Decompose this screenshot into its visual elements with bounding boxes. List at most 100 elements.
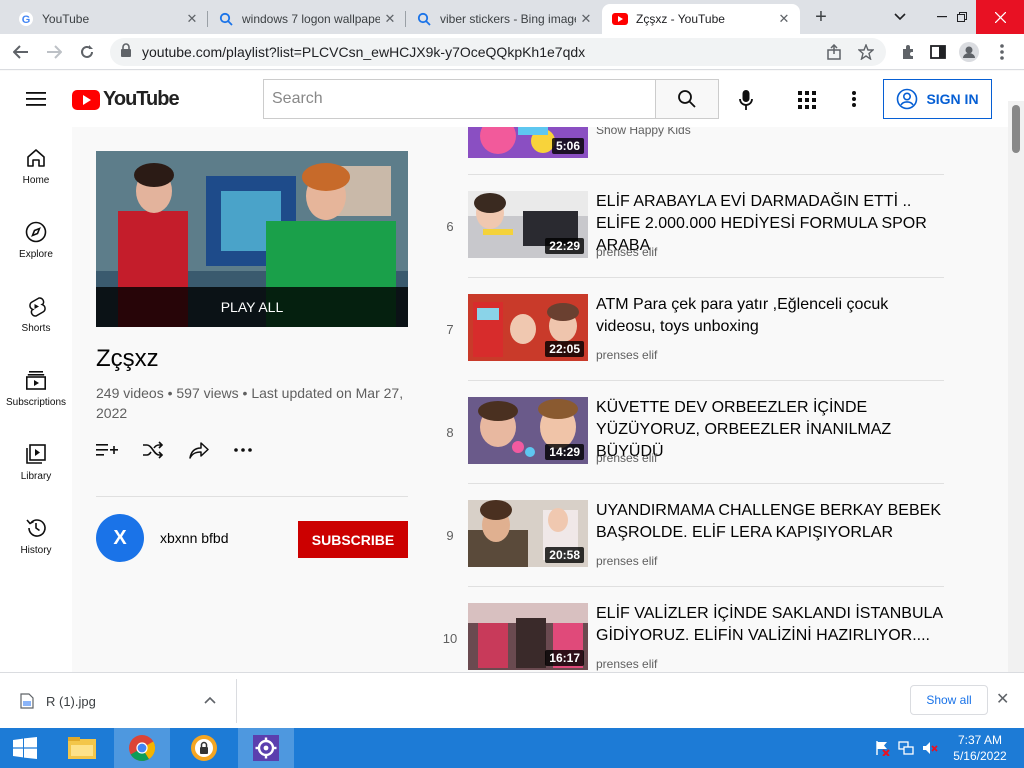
share-icon[interactable] xyxy=(188,441,210,459)
tab-playlist-active[interactable]: Zçşxz - YouTube ✕ xyxy=(602,4,800,34)
video-title[interactable]: UYANDIRMAMA CHALLENGE BERKAY BEBEK BAŞRO… xyxy=(596,500,952,544)
nav-label: Explore xyxy=(19,249,53,260)
video-title[interactable]: ELİF VALİZLER İÇİNDE SAKLANDI İSTANBULA … xyxy=(596,603,952,647)
video-thumbnail[interactable]: 5:06 xyxy=(468,127,588,158)
apps-grid-icon[interactable] xyxy=(798,91,816,114)
bookmark-star-icon[interactable] xyxy=(854,41,878,63)
video-thumbnail[interactable]: 20:58 xyxy=(468,500,588,567)
video-channel[interactable]: prenses elif xyxy=(596,554,657,568)
nav-item-shorts[interactable]: Shorts xyxy=(0,275,72,349)
clock-time: 7:37 AM xyxy=(957,733,1003,747)
reload-icon[interactable] xyxy=(75,41,99,63)
microphone-icon[interactable] xyxy=(738,89,754,116)
tab-viber-stickers[interactable]: viber stickers - Bing images ✕ xyxy=(406,4,602,34)
tab-youtube[interactable]: G YouTube ✕ xyxy=(8,4,208,34)
url-text: youtube.com/playlist?list=PLCVCsn_ewHCJX… xyxy=(142,44,586,60)
close-window-icon[interactable] xyxy=(976,0,1024,34)
extensions-icon[interactable] xyxy=(896,41,920,63)
video-title[interactable]: ATM Para çek para yatır ,Eğlenceli çocuk… xyxy=(596,294,952,338)
youtube-header: YouTube Search SIGN IN xyxy=(0,71,1024,127)
video-thumbnail[interactable]: 22:05 xyxy=(468,294,588,361)
tab-search-chevron-icon[interactable] xyxy=(882,0,918,34)
share-icon[interactable] xyxy=(822,41,846,63)
nav-item-home[interactable]: Home xyxy=(0,127,72,201)
system-clock[interactable]: 7:37 AM 5/16/2022 xyxy=(948,732,1012,764)
vpn-lock-icon[interactable] xyxy=(176,728,232,768)
divider xyxy=(96,496,408,497)
video-channel[interactable]: prenses elif xyxy=(596,245,657,259)
compass-icon xyxy=(25,221,47,243)
list-item[interactable]: 9 20:58 UYANDIRMAMA CHALLENGE BERKAY BEB… xyxy=(432,500,944,603)
side-panel-icon[interactable] xyxy=(926,41,950,63)
video-index: 8 xyxy=(446,425,454,440)
playlist-title: Zçşxz xyxy=(96,345,159,372)
video-channel[interactable]: prenses elif xyxy=(596,348,657,362)
close-tab-icon[interactable]: ✕ xyxy=(380,11,400,27)
video-thumbnail[interactable]: 16:17 xyxy=(468,603,588,670)
download-item[interactable]: R (1).jpg xyxy=(20,673,96,729)
nav-item-explore[interactable]: Explore xyxy=(0,201,72,275)
list-item[interactable]: 8 14:29 KÜVETTE DEV ORBEEZLER İÇİNDE YÜZ… xyxy=(432,397,944,500)
show-all-button[interactable]: Show all xyxy=(910,685,988,715)
video-thumbnail[interactable]: 22:29 xyxy=(468,191,588,258)
subscribe-button[interactable]: SUBSCRIBE xyxy=(298,521,408,558)
video-channel[interactable]: Show Happy Kids xyxy=(596,127,691,137)
close-tab-icon[interactable]: ✕ xyxy=(182,11,202,27)
nav-item-history[interactable]: History xyxy=(0,497,72,571)
list-item[interactable]: 5 5:06 Show Happy Kids xyxy=(432,127,944,194)
chrome-taskbar-icon[interactable] xyxy=(114,728,170,768)
search-input[interactable]: Search xyxy=(263,79,656,119)
close-tab-icon[interactable]: ✕ xyxy=(774,11,794,27)
action-center-flag-icon[interactable] xyxy=(874,740,890,756)
video-duration: 22:05 xyxy=(545,341,584,357)
settings-gear-icon[interactable] xyxy=(238,728,294,768)
close-tab-icon[interactable]: ✕ xyxy=(576,11,596,27)
restore-icon[interactable] xyxy=(944,0,980,34)
list-item[interactable]: 10 16:17 ELİF VALİZLER İÇİNDE SAKLANDI İ… xyxy=(432,603,944,672)
youtube-logo[interactable]: YouTube xyxy=(72,88,180,111)
hamburger-menu-icon[interactable] xyxy=(26,91,46,112)
nav-item-subscriptions[interactable]: Subscriptions xyxy=(0,349,72,423)
owner-name[interactable]: xbxnn bfbd xyxy=(160,530,229,546)
file-explorer-icon[interactable] xyxy=(54,728,110,768)
owner-avatar[interactable]: X xyxy=(96,514,144,562)
more-options-icon[interactable] xyxy=(234,448,252,452)
list-item[interactable]: 7 22:05 ATM Para çek para yatır ,Eğlence… xyxy=(432,294,944,397)
search-icon xyxy=(678,90,696,108)
google-icon: G xyxy=(18,11,34,27)
back-icon[interactable] xyxy=(9,41,33,63)
volume-muted-icon[interactable] xyxy=(922,740,938,756)
nav-label: Library xyxy=(20,471,52,482)
add-to-queue-icon[interactable] xyxy=(96,442,118,458)
scrollbar-thumb[interactable] xyxy=(1012,105,1020,153)
list-item[interactable]: 6 22:29 ELİF ARABAYLA EVİ DARMADAĞIN ETT… xyxy=(432,191,944,294)
video-channel[interactable]: prenses elif xyxy=(596,657,657,671)
close-icon[interactable]: ✕ xyxy=(996,689,1009,709)
page-scrollbar[interactable] xyxy=(1008,101,1024,672)
sign-in-button[interactable]: SIGN IN xyxy=(883,79,992,119)
network-icon[interactable] xyxy=(898,740,914,756)
new-tab-button[interactable]: + xyxy=(810,7,832,28)
playlist-thumbnail[interactable]: PLAY ALL xyxy=(96,151,408,327)
shuffle-icon[interactable] xyxy=(142,441,164,459)
tab-windows-logon[interactable]: windows 7 logon wallpaper ✕ xyxy=(208,4,406,34)
video-index: 7 xyxy=(446,322,454,337)
subscriptions-icon xyxy=(25,371,46,390)
chevron-up-icon[interactable] xyxy=(204,691,216,709)
history-icon xyxy=(26,519,46,537)
play-all-button[interactable]: PLAY ALL xyxy=(96,287,408,327)
video-thumbnail[interactable]: 14:29 xyxy=(468,397,588,464)
forward-icon[interactable] xyxy=(42,41,66,63)
library-icon xyxy=(26,444,46,464)
settings-more-icon[interactable] xyxy=(852,91,856,112)
search-button[interactable] xyxy=(655,79,719,119)
address-bar[interactable]: youtube.com/playlist?list=PLCVCsn_ewHCJX… xyxy=(110,38,886,66)
playlist-video-list: 5 5:06 Show Happy Kids 6 22:29 ELİF ARAB… xyxy=(432,127,1008,672)
nav-label: Home xyxy=(22,175,50,186)
chrome-menu-icon[interactable] xyxy=(990,41,1014,63)
profile-icon[interactable] xyxy=(957,41,981,63)
start-windows-icon[interactable] xyxy=(0,728,50,768)
lock-icon[interactable] xyxy=(120,42,132,62)
nav-item-library[interactable]: Library xyxy=(0,423,72,497)
video-channel[interactable]: prenses elif xyxy=(596,451,657,465)
